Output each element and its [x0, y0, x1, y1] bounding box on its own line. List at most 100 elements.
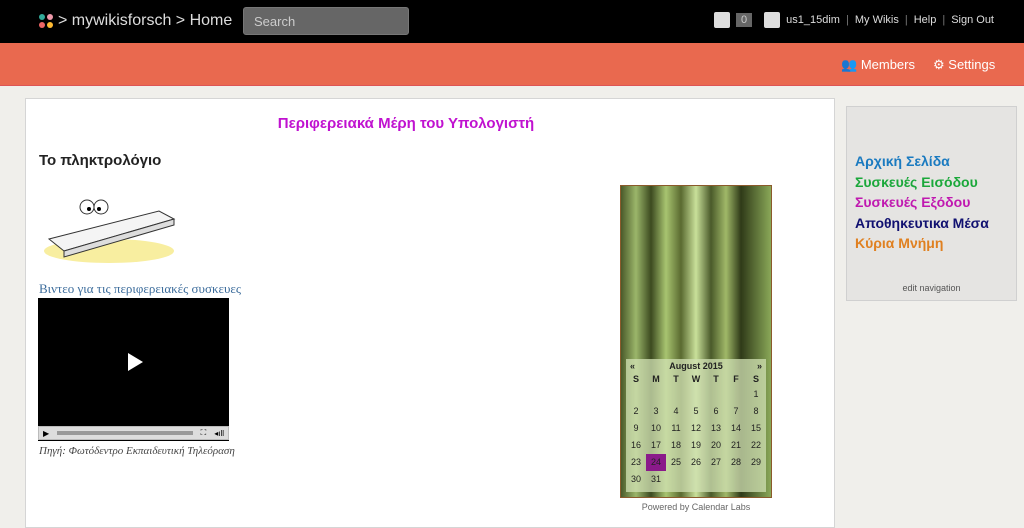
calendar-month: August 2015 — [669, 361, 723, 371]
calendar-day[interactable]: 4 — [666, 403, 686, 420]
calendar-day — [726, 471, 746, 488]
source-caption: Πηγή: Φωτόδεντρο Εκπαιδευτική Τηλεόραση — [39, 445, 235, 457]
play-icon[interactable] — [128, 353, 143, 371]
calendar-day[interactable]: 11 — [666, 420, 686, 437]
progress-bar[interactable] — [57, 431, 193, 435]
weekday-label: W — [691, 374, 701, 384]
breadcrumb-wiki[interactable]: mywikisforsch — [72, 12, 172, 29]
breadcrumb: > mywikisforsch > Home — [58, 12, 233, 29]
calendar-day — [746, 471, 766, 488]
calendar-day — [726, 386, 746, 403]
calendar-day — [666, 386, 686, 403]
settings-button[interactable]: ⚙ Settings — [933, 57, 995, 73]
calendar-week: 9 10 11 12 13 14 15 — [626, 420, 766, 437]
volume-icon[interactable]: ◂ıll — [210, 429, 228, 438]
calendar-day[interactable]: 18 — [666, 437, 686, 454]
calendar-day — [626, 386, 646, 403]
calendar-day — [706, 386, 726, 403]
calendar-day[interactable]: 24 — [646, 454, 666, 471]
navigation-sidebar: Αρχική Σελίδα Συσκευές Εισόδου Συσκευές Εξ… — [846, 106, 1017, 301]
members-icon: 👥 — [841, 57, 858, 72]
calendar-day[interactable]: 1 — [746, 386, 766, 403]
weekday-label: T — [713, 374, 719, 384]
gear-icon: ⚙ — [933, 57, 945, 72]
calendar-day[interactable]: 20 — [706, 437, 726, 454]
sidebar-nav-link[interactable]: Συσκευές Εξόδου — [855, 194, 970, 210]
calendar-day[interactable]: 31 — [646, 471, 666, 488]
calendar-day — [646, 386, 666, 403]
weekday-label: S — [752, 374, 759, 384]
calendar-day[interactable]: 8 — [746, 403, 766, 420]
my-wikis-link[interactable]: My Wikis — [855, 14, 899, 26]
calendar-day[interactable]: 25 — [666, 454, 686, 471]
video-link[interactable]: Βιντεο για τις περιφερειακές συσκευες — [39, 281, 241, 297]
calendar-day — [706, 471, 726, 488]
fullscreen-icon[interactable]: ⛶ — [197, 428, 211, 438]
members-label: Members — [860, 57, 915, 72]
weekday-label: T — [673, 374, 679, 384]
calendar-day[interactable]: 2 — [626, 403, 646, 420]
calendar-day[interactable]: 10 — [646, 420, 666, 437]
video-controls: ▶ ⛶ ◂ıll — [38, 426, 229, 440]
sidebar-nav-link[interactable]: Κύρια Μνήμη — [855, 235, 943, 251]
calendar-day[interactable]: 13 — [706, 420, 726, 437]
calendar-widget: «August 2015» SMTWTFS 1 2 3 4 5 6 7 8 9 10 11 12 13 1… — [620, 185, 772, 498]
calendar-day[interactable]: 23 — [626, 454, 646, 471]
calendar-day[interactable]: 28 — [726, 454, 746, 471]
next-month-button[interactable]: » — [757, 361, 762, 371]
calendar-day[interactable]: 7 — [726, 403, 746, 420]
search-input[interactable] — [243, 7, 409, 35]
video-player[interactable] — [38, 298, 229, 441]
calendar-day — [686, 471, 706, 488]
calendar-day[interactable]: 15 — [746, 420, 766, 437]
weekday-label: S — [632, 374, 639, 384]
calendar-week: 23 24 25 26 27 28 29 — [626, 454, 766, 471]
prev-month-button[interactable]: « — [630, 361, 635, 371]
calendar-day[interactable]: 27 — [706, 454, 726, 471]
members-button[interactable]: 👥 Members — [841, 57, 915, 73]
calendar-day[interactable]: 16 — [626, 437, 646, 454]
calendar-day[interactable]: 19 — [686, 437, 706, 454]
user-link[interactable]: us1_15dim — [786, 14, 840, 26]
wiki-header: 👥 Members ⚙ Settings — [0, 43, 1024, 86]
notification-count[interactable]: 0 — [736, 13, 753, 27]
calendar-day — [686, 386, 706, 403]
calendar-day[interactable]: 3 — [646, 403, 666, 420]
calendar-day[interactable]: 30 — [626, 471, 646, 488]
keyboard-cartoon-image — [44, 199, 176, 263]
weekday-label: M — [652, 374, 660, 384]
calendar-credit[interactable]: Powered by Calendar Labs — [620, 502, 772, 512]
section-heading: Το πληκτρολόγιο — [39, 152, 162, 169]
sidebar-nav-link[interactable]: Αρχική Σελίδα — [855, 153, 950, 169]
help-link[interactable]: Help — [914, 14, 937, 26]
user-avatar-icon[interactable] — [764, 12, 781, 28]
sidebar-nav-link[interactable]: Συσκευές Εισόδου — [855, 174, 978, 190]
sign-out-link[interactable]: Sign Out — [951, 14, 994, 26]
page-title: Περιφερειακά Μέρη του Υπολογιστή — [277, 115, 535, 132]
top-bar: > mywikisforsch > Home 0 us1_15dim| My W… — [0, 0, 1024, 43]
calendar-day[interactable]: 26 — [686, 454, 706, 471]
calendar-day[interactable]: 5 — [686, 403, 706, 420]
calendar-week: 16 17 18 19 20 21 22 — [626, 437, 766, 454]
calendar-day[interactable]: 14 — [726, 420, 746, 437]
calendar-day[interactable]: 12 — [686, 420, 706, 437]
weekday-label: F — [733, 374, 739, 384]
page-content: Περιφερειακά Μέρη του Υπολογιστή Το πληκ… — [25, 98, 835, 528]
calendar-day[interactable]: 21 — [726, 437, 746, 454]
edit-navigation-link[interactable]: edit navigation — [847, 283, 1016, 293]
wikispaces-logo-icon[interactable] — [37, 12, 55, 30]
layout-icon[interactable] — [714, 12, 731, 28]
calendar-day[interactable]: 17 — [646, 437, 666, 454]
calendar-week: 30 31 — [626, 471, 766, 488]
settings-label: Settings — [948, 57, 996, 72]
breadcrumb-page[interactable]: Home — [190, 12, 233, 29]
calendar-week: 1 — [626, 386, 766, 403]
calendar-day[interactable]: 9 — [626, 420, 646, 437]
calendar-day[interactable]: 29 — [746, 454, 766, 471]
sidebar-nav-link[interactable]: Αποθηκευτικα Μέσα — [855, 215, 989, 231]
calendar-week: 2345678 — [626, 403, 766, 420]
calendar-day — [666, 471, 686, 488]
play-small-icon[interactable]: ▶ — [39, 429, 53, 438]
calendar-day[interactable]: 22 — [746, 437, 766, 454]
calendar-day[interactable]: 6 — [706, 403, 726, 420]
